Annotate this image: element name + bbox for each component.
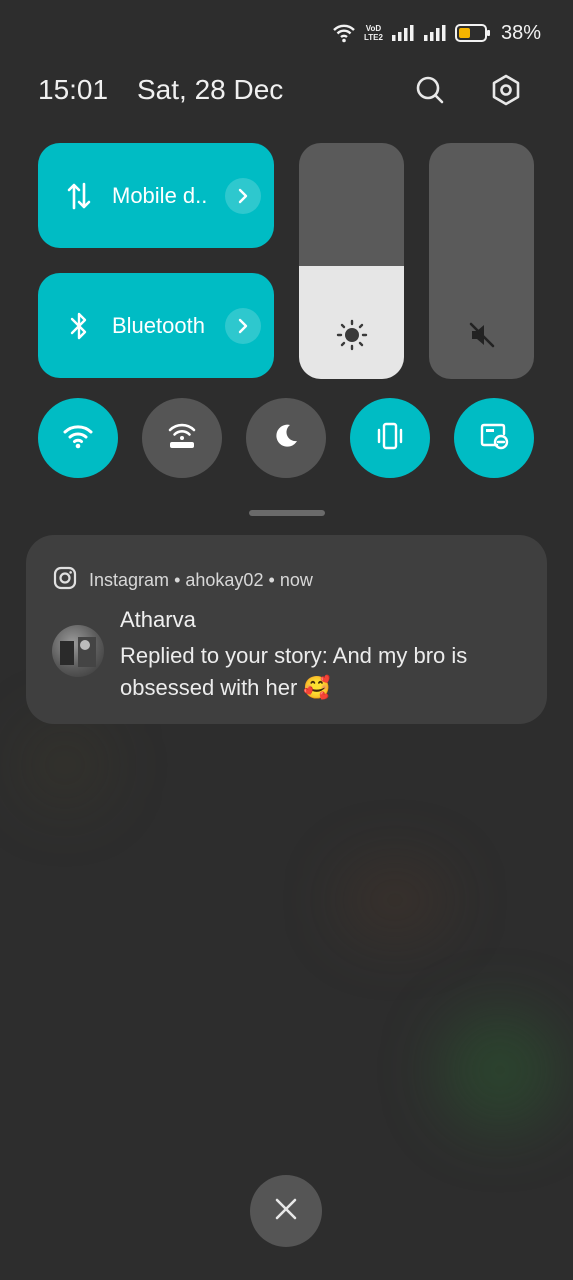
- vibrate-toggle[interactable]: [350, 398, 430, 478]
- signal-icon: [423, 24, 447, 42]
- close-icon: [273, 1196, 299, 1227]
- background-glow: [440, 1010, 560, 1130]
- mute-icon: [429, 319, 534, 351]
- avatar: [52, 625, 104, 677]
- separator: •: [174, 570, 181, 590]
- background-glow: [20, 720, 110, 810]
- notification-account: ahokay02: [185, 570, 264, 590]
- drag-handle[interactable]: [249, 510, 325, 516]
- mobile-data-icon: [64, 181, 94, 211]
- settings-button[interactable]: [484, 70, 528, 114]
- wifi-icon: [332, 23, 356, 43]
- wifi-toggle[interactable]: [38, 398, 118, 478]
- clock[interactable]: 15:01: [38, 74, 108, 106]
- mobile-data-expand-button[interactable]: [225, 177, 261, 214]
- mobile-data-tile[interactable]: Mobile d..: [38, 143, 274, 248]
- separator: •: [268, 570, 275, 590]
- moon-icon: [271, 421, 301, 456]
- dark-mode-toggle[interactable]: [246, 398, 326, 478]
- bluetooth-label: Bluetooth: [112, 312, 205, 338]
- cast-icon: [478, 421, 510, 456]
- brightness-icon: [299, 319, 404, 351]
- brightness-slider[interactable]: [299, 143, 404, 379]
- chevron-right-icon: [238, 318, 248, 333]
- close-button[interactable]: [250, 1175, 322, 1247]
- wifi-icon: [62, 422, 94, 455]
- background-glow: [340, 860, 450, 940]
- volume-slider[interactable]: [429, 143, 534, 379]
- hotspot-icon: [166, 421, 198, 456]
- notification-header: Instagram • ahokay02 • now: [53, 566, 313, 595]
- search-button[interactable]: [408, 70, 452, 114]
- volte-icon: VoD LTE2: [364, 24, 383, 42]
- bluetooth-icon: [64, 311, 94, 341]
- bluetooth-tile[interactable]: Bluetooth: [38, 273, 274, 378]
- vibrate-icon: [374, 421, 406, 456]
- notification-time: now: [279, 570, 313, 590]
- mobile-data-label: Mobile d..: [112, 182, 208, 208]
- settings-icon: [490, 74, 522, 111]
- battery-icon: [454, 23, 491, 43]
- search-icon: [414, 74, 446, 111]
- notification-title: Atharva: [120, 607, 196, 632]
- notification-app: Instagram: [89, 570, 170, 590]
- status-bar: VoD LTE2 38%: [332, 18, 541, 48]
- battery-percent: 38%: [500, 21, 541, 44]
- screen-cast-toggle[interactable]: [454, 398, 534, 478]
- signal-icon: [391, 24, 415, 42]
- bluetooth-expand-button[interactable]: [225, 307, 261, 344]
- date[interactable]: Sat, 28 Dec: [137, 74, 283, 106]
- instagram-icon: [53, 566, 77, 595]
- notification-body: Replied to your story: And my bro is obs…: [120, 643, 468, 700]
- hotspot-toggle[interactable]: [142, 398, 222, 478]
- chevron-right-icon: [238, 188, 248, 203]
- notification-card[interactable]: Instagram • ahokay02 • now Atharva Repli…: [26, 535, 547, 724]
